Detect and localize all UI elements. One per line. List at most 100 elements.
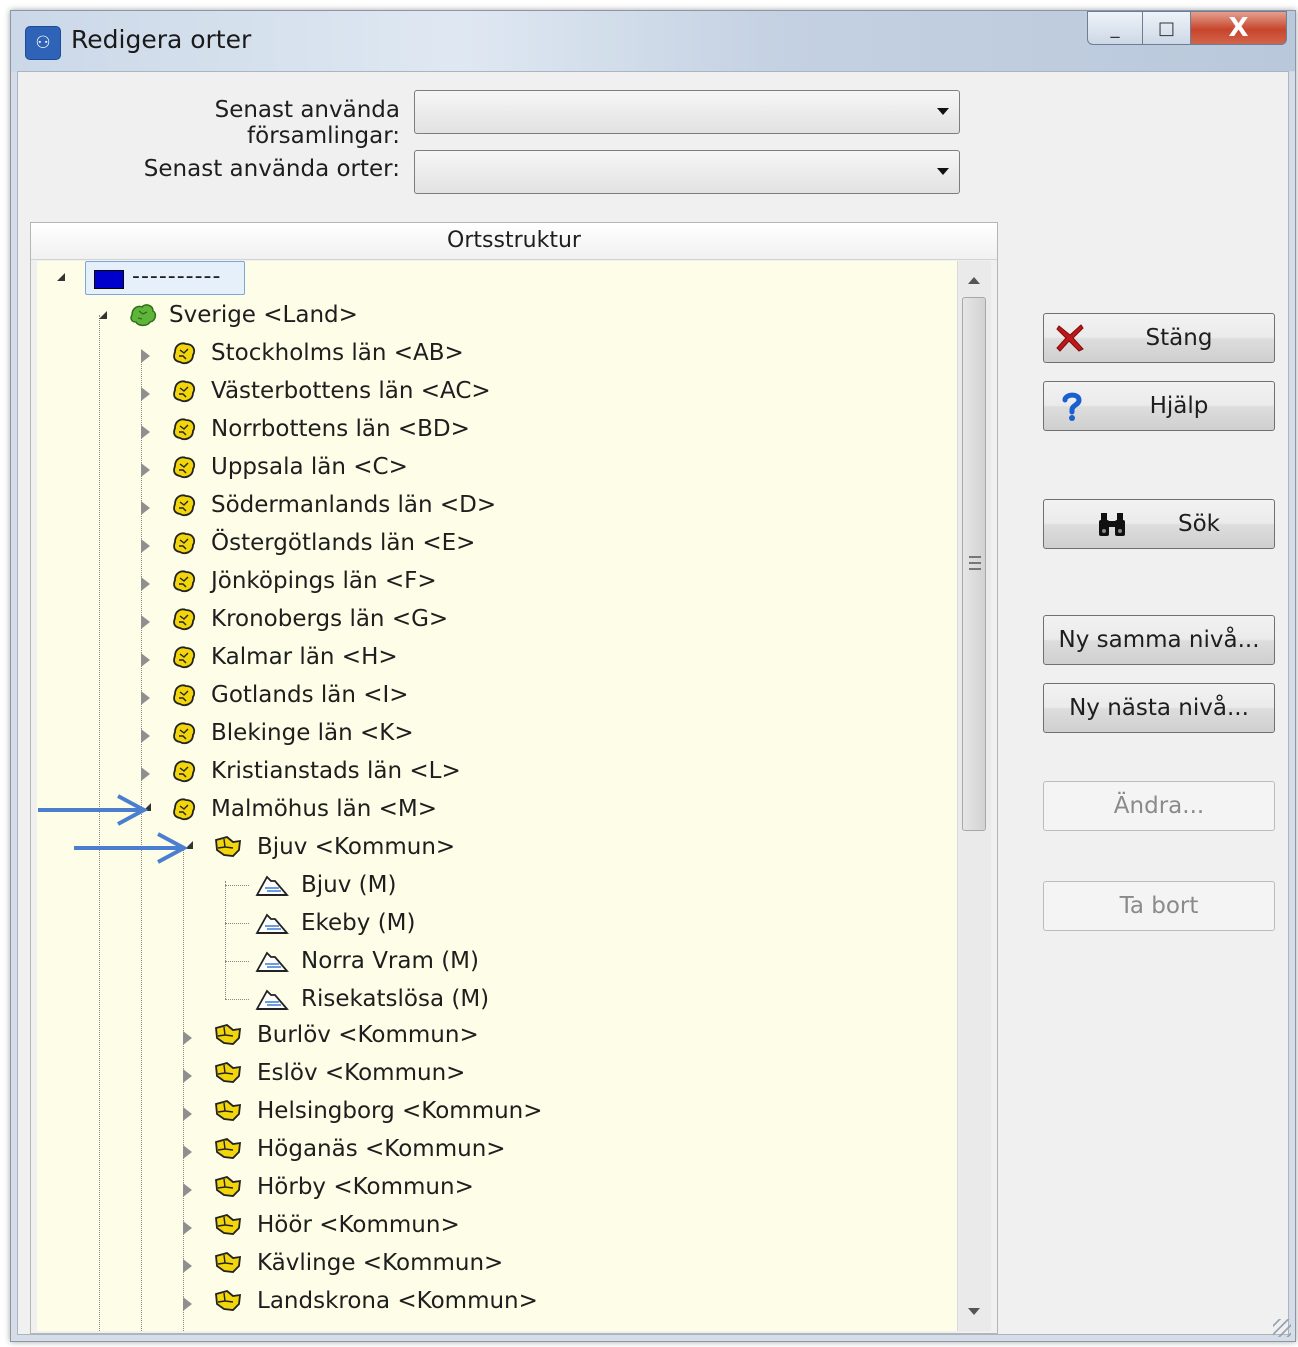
tree-line (225, 999, 249, 1000)
caption-buttons: _ □ X (1087, 11, 1287, 47)
tree-node-lan[interactable]: Jönköpings län <F> (171, 563, 437, 599)
help-question-icon (1062, 392, 1082, 421)
tree-node-lan[interactable]: Uppsala län <C> (171, 449, 408, 485)
tree-node-kommun[interactable]: Hörby <Kommun> (213, 1169, 474, 1205)
scroll-thumb[interactable] (962, 297, 986, 831)
tree-vertical-scrollbar[interactable] (957, 261, 991, 1331)
ny-nasta-niva-button[interactable]: Ny nästa nivå... (1043, 683, 1275, 733)
tree-node-kommun[interactable]: Höganäs <Kommun> (213, 1131, 506, 1167)
tree-node-ort[interactable]: Risekatslösa (M) (255, 981, 489, 1017)
ta-bort-button[interactable]: Ta bort (1043, 881, 1275, 931)
tree-node-label: Norra Vram (M) (301, 948, 479, 974)
tree-line (225, 881, 226, 999)
forsamlingar-combobox[interactable] (414, 90, 960, 134)
expand-icon[interactable] (141, 349, 150, 363)
expand-icon[interactable] (183, 1297, 192, 1311)
tree-node-label: Eslöv <Kommun> (257, 1060, 466, 1086)
expand-icon[interactable] (141, 767, 150, 781)
tree-node-sverige[interactable]: Sverige <Land> (129, 297, 358, 333)
tree-node-label: Sverige <Land> (169, 302, 358, 328)
expand-icon[interactable] (141, 691, 150, 705)
tree-node-lan[interactable]: Västerbottens län <AC> (171, 373, 491, 409)
ortsstruktur-group: Ortsstruktur ---------- Sverige <Land> S… (30, 222, 998, 1334)
tree-node-lan[interactable]: Stockholms län <AB> (171, 335, 464, 371)
ny-samma-niva-button[interactable]: Ny samma nivå... (1043, 615, 1275, 665)
county-map-icon (173, 798, 196, 821)
county-map-icon (173, 418, 196, 441)
tree-node-label: Landskrona <Kommun> (257, 1288, 538, 1314)
parish-church-icon (255, 913, 289, 934)
municipality-map-icon (215, 1138, 242, 1159)
expand-icon[interactable] (183, 1107, 192, 1121)
parish-church-icon (255, 989, 289, 1010)
stang-button[interactable]: Stäng (1043, 313, 1275, 363)
expand-icon[interactable] (183, 1145, 192, 1159)
tree-node-label: Gotlands län <I> (211, 682, 409, 708)
expand-icon[interactable] (183, 1031, 192, 1045)
expand-icon[interactable] (141, 729, 150, 743)
tree-node-kommun[interactable]: Höör <Kommun> (213, 1207, 460, 1243)
tree-node-lan[interactable]: Kronobergs län <G> (171, 601, 448, 637)
tree-node-ort[interactable]: Norra Vram (M) (255, 943, 479, 979)
tree-node-lan[interactable]: Norrbottens län <BD> (171, 411, 470, 447)
expand-icon[interactable] (183, 1221, 192, 1235)
collapse-sverige-icon[interactable] (99, 311, 107, 319)
tree-node-kommun[interactable]: Burlöv <Kommun> (213, 1017, 479, 1053)
municipality-map-icon (215, 1214, 242, 1235)
expand-icon[interactable] (141, 463, 150, 477)
app-icon: ⚇ (25, 26, 61, 60)
tree-node-lan[interactable]: Kalmar län <H> (171, 639, 398, 675)
tree-node-ort[interactable]: Bjuv (M) (255, 867, 396, 903)
tree-node-label: Uppsala län <C> (211, 454, 408, 480)
tree-node-label: Norrbottens län <BD> (211, 416, 470, 442)
tree-node-label: Södermanlands län <D> (211, 492, 497, 518)
expand-icon[interactable] (141, 577, 150, 591)
tree-node-lan[interactable]: Södermanlands län <D> (171, 487, 496, 523)
tree-node-lan[interactable]: Gotlands län <I> (171, 677, 409, 713)
resize-grip-icon[interactable] (1273, 1319, 1291, 1337)
expand-icon[interactable] (183, 1183, 192, 1197)
municipality-map-icon (215, 1024, 242, 1045)
tree-node-kommun[interactable]: Landskrona <Kommun> (213, 1283, 538, 1319)
county-map-icon (173, 494, 196, 517)
tree-node-lan[interactable]: Östergötlands län <E> (171, 525, 475, 561)
andra-label: Ändra... (1113, 793, 1205, 819)
county-map-icon (173, 342, 196, 365)
hjalp-button[interactable]: Hjälp (1043, 381, 1275, 431)
tree-node-kommun-bjuv[interactable]: Bjuv <Kommun> (213, 829, 455, 865)
expand-icon[interactable] (141, 539, 150, 553)
tree-root-node[interactable]: ---------- (85, 261, 245, 295)
tree-node-lan-malmohus[interactable]: Malmöhus län <M> (171, 791, 437, 827)
tree-node-label: Höör <Kommun> (257, 1212, 460, 1238)
expand-icon[interactable] (141, 501, 150, 515)
collapse-root-icon[interactable] (57, 273, 65, 281)
tree-line (225, 961, 249, 962)
expand-icon[interactable] (141, 653, 150, 667)
flag-icon (94, 270, 124, 289)
location-tree[interactable]: ---------- Sverige <Land> Stockholms län… (37, 261, 957, 1331)
tree-node-kommun[interactable]: Helsingborg <Kommun> (213, 1093, 543, 1129)
tree-node-label: Blekinge län <K> (211, 720, 414, 746)
maximize-button[interactable]: □ (1143, 11, 1191, 45)
minimize-button[interactable]: _ (1087, 11, 1143, 45)
tree-node-kommun[interactable]: Eslöv <Kommun> (213, 1055, 465, 1091)
tree-node-lan[interactable]: Blekinge län <K> (171, 715, 414, 751)
expand-icon[interactable] (141, 615, 150, 629)
tree-node-ort[interactable]: Ekeby (M) (255, 905, 416, 941)
andra-button[interactable]: Ändra... (1043, 781, 1275, 831)
sok-button[interactable]: Sök (1043, 499, 1275, 549)
expand-icon[interactable] (141, 387, 150, 401)
tree-node-label: Kronobergs län <G> (211, 606, 449, 632)
expand-icon[interactable] (183, 1069, 192, 1083)
scroll-down-arrow-icon[interactable] (968, 1308, 980, 1315)
scroll-up-arrow-icon[interactable] (968, 277, 980, 284)
tree-node-label: Ekeby (M) (301, 910, 416, 936)
close-window-button[interactable]: X (1191, 11, 1287, 45)
tree-node-lan[interactable]: Kristianstads län <L> (171, 753, 461, 789)
expand-icon[interactable] (141, 425, 150, 439)
tree-node-kommun[interactable]: Kävlinge <Kommun> (213, 1245, 503, 1281)
title-bar[interactable]: ⚇ Redigera orter _ □ X (11, 11, 1295, 71)
orter-combobox[interactable] (414, 150, 960, 194)
tree-node-label: Kalmar län <H> (211, 644, 398, 670)
expand-icon[interactable] (183, 1259, 192, 1273)
